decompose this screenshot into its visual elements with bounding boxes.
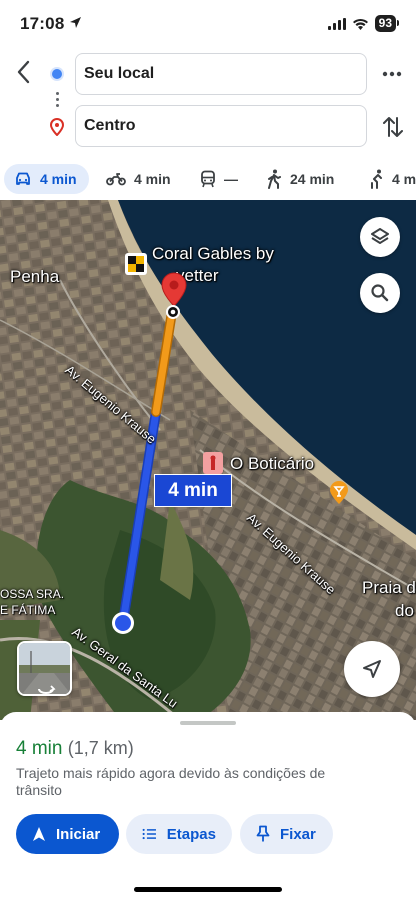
mode-car[interactable]: 4 min: [4, 164, 89, 194]
pin-button[interactable]: Fixar: [240, 814, 333, 854]
mode-motorcycle[interactable]: 4 min: [106, 164, 171, 194]
recenter-button[interactable]: [344, 641, 400, 697]
route-summary: 4 min (1,7 km): [16, 738, 134, 760]
checkered-flag-icon: [125, 253, 147, 275]
map-label-praia: Praia d: [362, 578, 416, 597]
destination-field-value: Centro: [84, 117, 136, 134]
pin-button-label: Fixar: [280, 825, 316, 843]
travel-modes: 4 min 4 min — 24 min 4 m: [0, 162, 416, 198]
map-label-praia-2: do: [395, 601, 414, 620]
start-button[interactable]: Iniciar: [16, 814, 119, 854]
layers-icon: [371, 228, 389, 244]
street-view-thumbnail[interactable]: [17, 641, 72, 696]
map-view[interactable]: Penha Coral Gables by vetter O Boticário…: [0, 200, 416, 720]
origin-field-value: Seu local: [84, 65, 155, 82]
route-distance: (1,7 km): [67, 738, 134, 758]
route-duration-label[interactable]: 4 min: [154, 474, 232, 507]
mode-bike[interactable]: 4 m: [368, 164, 416, 194]
mode-bike-label: 4 m: [392, 171, 416, 187]
location-arrow-icon: [70, 17, 81, 28]
search-icon: [371, 284, 389, 302]
motorcycle-icon: [106, 173, 126, 186]
mode-car-label: 4 min: [40, 171, 77, 187]
route-description: Trajeto mais rápido agora devido às cond…: [16, 765, 326, 798]
status-bar: 17:08 93: [0, 0, 416, 48]
pushpin-icon: [256, 825, 270, 842]
destination-field[interactable]: Centro: [75, 105, 367, 147]
battery-indicator: 93: [374, 15, 400, 32]
mode-transit[interactable]: —: [200, 164, 238, 194]
navigation-arrow-icon: [363, 660, 381, 678]
map-label-nossa-sra: OSSA SRA.: [0, 587, 65, 601]
street-view-image: [19, 643, 70, 694]
layers-button[interactable]: [360, 217, 400, 257]
mode-walk[interactable]: 24 min: [266, 164, 334, 194]
map-label-penha: Penha: [10, 267, 60, 286]
bar-poi-icon: [330, 481, 348, 504]
transit-icon: [201, 170, 215, 188]
map-label-coral-gables: Coral Gables by: [152, 244, 274, 263]
mode-transit-label: —: [224, 171, 238, 187]
swap-route-icon[interactable]: [381, 114, 405, 140]
destination-marker-icon: [161, 272, 187, 319]
steps-button-label: Etapas: [166, 825, 216, 843]
sheet-drag-handle[interactable]: [180, 721, 236, 725]
navigation-start-icon: [33, 827, 45, 841]
more-options-icon[interactable]: [380, 62, 404, 86]
bike-icon: [371, 169, 382, 189]
back-arrow-icon[interactable]: [12, 58, 36, 86]
home-indicator: [134, 887, 282, 892]
map-label-boticario: O Boticário: [230, 454, 315, 473]
car-icon: [16, 172, 30, 185]
current-location-icon: [112, 612, 134, 634]
walking-icon: [268, 169, 281, 189]
status-time: 17:08: [20, 14, 65, 33]
list-icon: [142, 828, 156, 840]
origin-dot-icon: [52, 69, 62, 79]
destination-pin-icon: [50, 118, 64, 136]
route-duration: 4 min: [16, 738, 63, 759]
mode-walk-label: 24 min: [290, 171, 335, 187]
steps-button[interactable]: Etapas: [126, 814, 232, 854]
route-dots-icon: [56, 92, 59, 110]
origin-field[interactable]: Seu local: [75, 53, 367, 95]
signal-icon: [327, 17, 346, 30]
wifi-icon: [352, 18, 368, 30]
mode-motorcycle-label: 4 min: [134, 171, 171, 187]
map-search-button[interactable]: [360, 273, 400, 313]
map-label-fatima: E FÁTIMA: [0, 603, 56, 617]
start-button-label: Iniciar: [56, 825, 101, 843]
route-bottom-sheet: 4 min (1,7 km) Trajeto mais rápido agora…: [0, 712, 416, 900]
shop-poi-icon: [203, 452, 223, 474]
